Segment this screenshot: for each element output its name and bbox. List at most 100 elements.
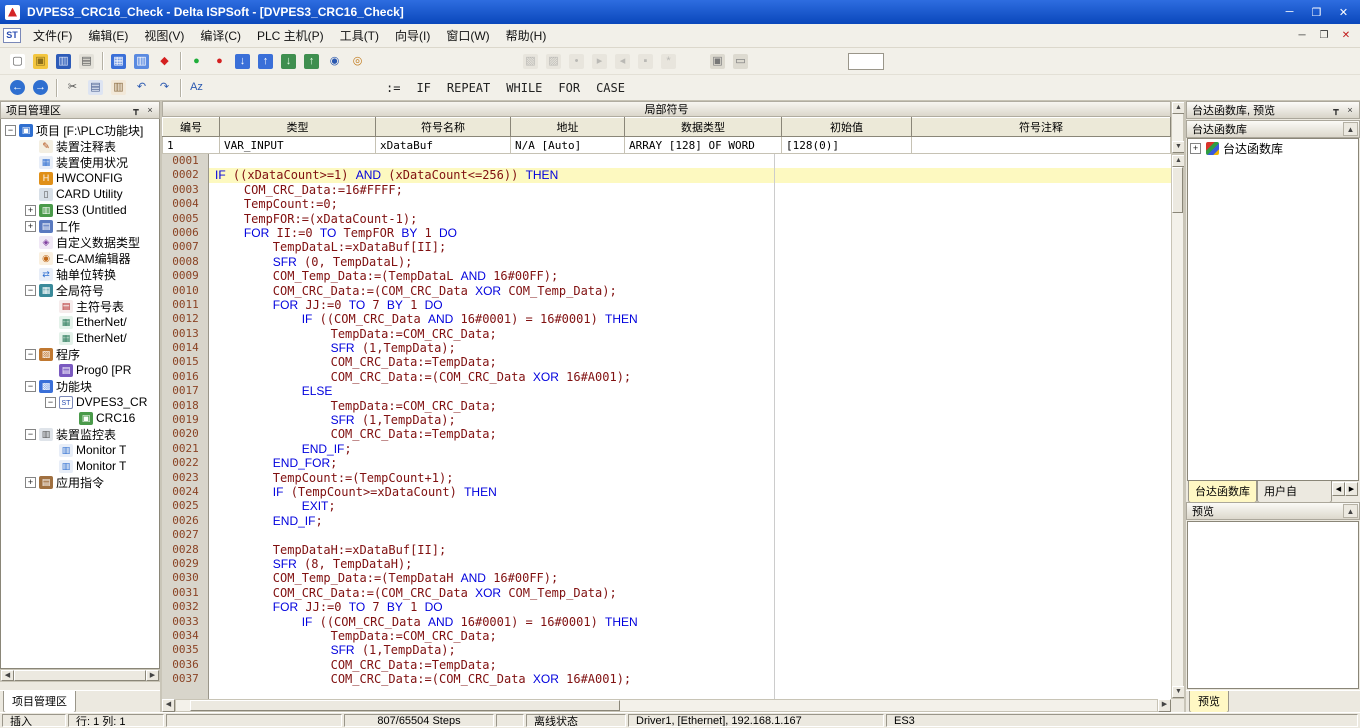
tree-item-project[interactable]: −▣项目 [F:\PLC功能块]	[1, 122, 159, 138]
symbol-table-view-icon[interactable]: ▦	[107, 50, 130, 73]
library-combo-bar[interactable]: 台达函数库 ▲	[1186, 120, 1360, 138]
tree-item-crc16[interactable]: ▣CRC16	[1, 410, 159, 426]
st-if-button[interactable]: IF	[408, 79, 438, 97]
code-line[interactable]: 0031 COM_CRC_Data:=(COM_CRC_Data XOR COM…	[162, 586, 1171, 600]
code-line[interactable]: 0034 TempData:=COM_CRC_Data;	[162, 629, 1171, 643]
code-line[interactable]: 0009 COM_Temp_Data:=(TempDataL AND 16#00…	[162, 269, 1171, 283]
editor-hscrollbar[interactable]: ◀ ▶	[162, 699, 1184, 712]
tree-item-global-symbols[interactable]: −▦全局符号	[1, 282, 159, 298]
tree-item-api-instructions[interactable]: +▤应用指令	[1, 474, 159, 490]
expand-minus-icon[interactable]: −	[25, 349, 36, 360]
code-line[interactable]: 0035 SFR (1,TempData);	[162, 643, 1171, 657]
preview-header-bar[interactable]: 预览 ▲	[1186, 502, 1360, 520]
symbol-cell[interactable]: 1	[163, 137, 220, 154]
tree-item-monitor-1[interactable]: ▥Monitor T	[1, 442, 159, 458]
tab-user-library[interactable]: 用户自	[1257, 481, 1332, 503]
code-line[interactable]: 0016 COM_CRC_Data:=(COM_CRC_Data XOR 16#…	[162, 370, 1171, 384]
code-line[interactable]: 0027	[162, 528, 1171, 542]
code-line[interactable]: 0021 END_IF;	[162, 442, 1171, 456]
menu-view[interactable]: 视图(V)	[136, 24, 192, 47]
code-line[interactable]: 0018 TempData:=COM_CRC_Data;	[162, 399, 1171, 413]
compile-icon[interactable]: ◆	[153, 50, 176, 73]
save-icon[interactable]: ▥	[52, 50, 75, 73]
code-line[interactable]: 0001	[162, 154, 1171, 168]
symbol-cell[interactable]: ARRAY [128] OF WORD	[625, 137, 782, 154]
project-view-icon[interactable]: ▥	[130, 50, 153, 73]
code-line[interactable]: 0022 END_FOR;	[162, 456, 1171, 470]
hscroll-thumb[interactable]	[14, 670, 146, 681]
code-line[interactable]: 0002IF ((xDataCount>=1) AND (xDataCount<…	[162, 168, 1171, 182]
code-line[interactable]: 0030 COM_Temp_Data:=(TempDataH AND 16#00…	[162, 571, 1171, 585]
simulator-icon[interactable]: ▣	[706, 50, 729, 73]
collapse-up-icon[interactable]: ▲	[1343, 122, 1358, 136]
symbol-table-vscrollbar[interactable]: ▲ ▼	[1171, 101, 1184, 154]
st-for-button[interactable]: FOR	[550, 79, 588, 97]
code-line[interactable]: 0006 FOR II:=0 TO TempFOR BY 1 DO	[162, 226, 1171, 240]
online-monitor-icon[interactable]: ◉	[323, 50, 346, 73]
collapse-up-icon[interactable]: ▲	[1343, 504, 1358, 518]
tree-item-dvpes3-crc16[interactable]: −STDVPES3_CR	[1, 394, 159, 410]
pin-icon[interactable]: ┳	[129, 104, 143, 117]
code-line[interactable]: 0029 SFR (8, TempDataH);	[162, 557, 1171, 571]
scroll-left-icon[interactable]: ◀	[1, 670, 14, 681]
tree-item-prog0[interactable]: ▤Prog0 [PR	[1, 362, 159, 378]
tab-scroll-left-icon[interactable]: ◀	[1332, 482, 1345, 496]
expand-plus-icon[interactable]: +	[25, 221, 36, 232]
menu-plc[interactable]: PLC 主机(P)	[249, 24, 332, 47]
expand-plus-icon[interactable]: +	[25, 477, 36, 488]
edit-monitor-icon[interactable]: ◎	[346, 50, 369, 73]
menu-help[interactable]: 帮助(H)	[498, 24, 555, 47]
code-line[interactable]: 0036 COM_CRC_Data:=TempData;	[162, 658, 1171, 672]
tab-preview[interactable]: 预览	[1189, 691, 1229, 713]
st-case-button[interactable]: CASE	[588, 79, 633, 97]
tree-item-device-monitor-table[interactable]: −▥装置监控表	[1, 426, 159, 442]
tree-item-ethernet-1[interactable]: ▦EtherNet/	[1, 314, 159, 330]
window-tile-icon[interactable]: ▨	[542, 50, 565, 73]
code-line[interactable]: 0019 SFR (1,TempData);	[162, 413, 1171, 427]
code-line[interactable]: 0024 IF (TempCount>=xDataCount) THEN	[162, 485, 1171, 499]
step-out-icon[interactable]: ◂	[611, 50, 634, 73]
tab-project-management[interactable]: 项目管理区	[3, 691, 76, 713]
toolbar-combobox[interactable]	[848, 53, 884, 70]
minimize-button[interactable]: ─	[1276, 3, 1303, 22]
code-line[interactable]: 0025 EXIT;	[162, 499, 1171, 513]
menu-tools[interactable]: 工具(T)	[332, 24, 387, 47]
hscroll-thumb[interactable]	[190, 700, 620, 711]
tree-item-axis-unit[interactable]: ⇄轴单位转换	[1, 266, 159, 282]
expand-minus-icon[interactable]: −	[25, 285, 36, 296]
code-line[interactable]: 0010 COM_CRC_Data:=(COM_CRC_Data XOR COM…	[162, 284, 1171, 298]
symbol-cell[interactable]: xDataBuf	[376, 137, 511, 154]
symbol-cell[interactable]: VAR_INPUT	[220, 137, 376, 154]
close-button[interactable]: ✕	[1330, 3, 1357, 22]
symbol-cell[interactable]	[912, 137, 1171, 154]
st-repeat-button[interactable]: REPEAT	[439, 79, 498, 97]
code-line[interactable]: 0014 SFR (1,TempData);	[162, 341, 1171, 355]
code-line[interactable]: 0012 IF ((COM_CRC_Data AND 16#0001) = 16…	[162, 312, 1171, 326]
code-line[interactable]: 0032 FOR JJ:=0 TO 7 BY 1 DO	[162, 600, 1171, 614]
tab-delta-library[interactable]: 台达函数库	[1188, 481, 1257, 503]
code-line[interactable]: 0004 TempCount:=0;	[162, 197, 1171, 211]
tree-item-user-data-type[interactable]: ◈自定义数据类型	[1, 234, 159, 250]
code-line[interactable]: 0003 COM_CRC_Data:=16#FFFF;	[162, 183, 1171, 197]
step-in-icon[interactable]: ▸	[588, 50, 611, 73]
st-assign-button[interactable]: :=	[378, 79, 408, 97]
expand-minus-icon[interactable]: −	[45, 397, 56, 408]
scroll-right-icon[interactable]: ▶	[1158, 699, 1171, 712]
new-file-icon[interactable]: ▢	[6, 50, 29, 73]
menu-file[interactable]: 文件(F)	[25, 24, 80, 47]
expand-plus-icon[interactable]: +	[25, 205, 36, 216]
cut-icon[interactable]: ✂	[61, 76, 84, 99]
tree-item-hwconfig[interactable]: HHWCONFIG	[1, 170, 159, 186]
mdi-close-button[interactable]: ✕	[1335, 28, 1357, 44]
editor-vscrollbar[interactable]: ▲ ▼	[1171, 154, 1184, 699]
redo-icon[interactable]: ↷	[153, 76, 176, 99]
code-line[interactable]: 0013 TempData:=COM_CRC_Data;	[162, 327, 1171, 341]
forward-icon[interactable]: →	[29, 76, 52, 99]
panel-close-icon[interactable]: ×	[1343, 104, 1357, 117]
code-line[interactable]: 0008 SFR (0, TempDataL);	[162, 255, 1171, 269]
download-sync-icon[interactable]: ↓	[277, 50, 300, 73]
expand-minus-icon[interactable]: −	[5, 125, 16, 136]
tree-item-device-usage[interactable]: ▦装置使用状况	[1, 154, 159, 170]
record-icon[interactable]: •	[565, 50, 588, 73]
maximize-button[interactable]: ❐	[1303, 3, 1330, 22]
